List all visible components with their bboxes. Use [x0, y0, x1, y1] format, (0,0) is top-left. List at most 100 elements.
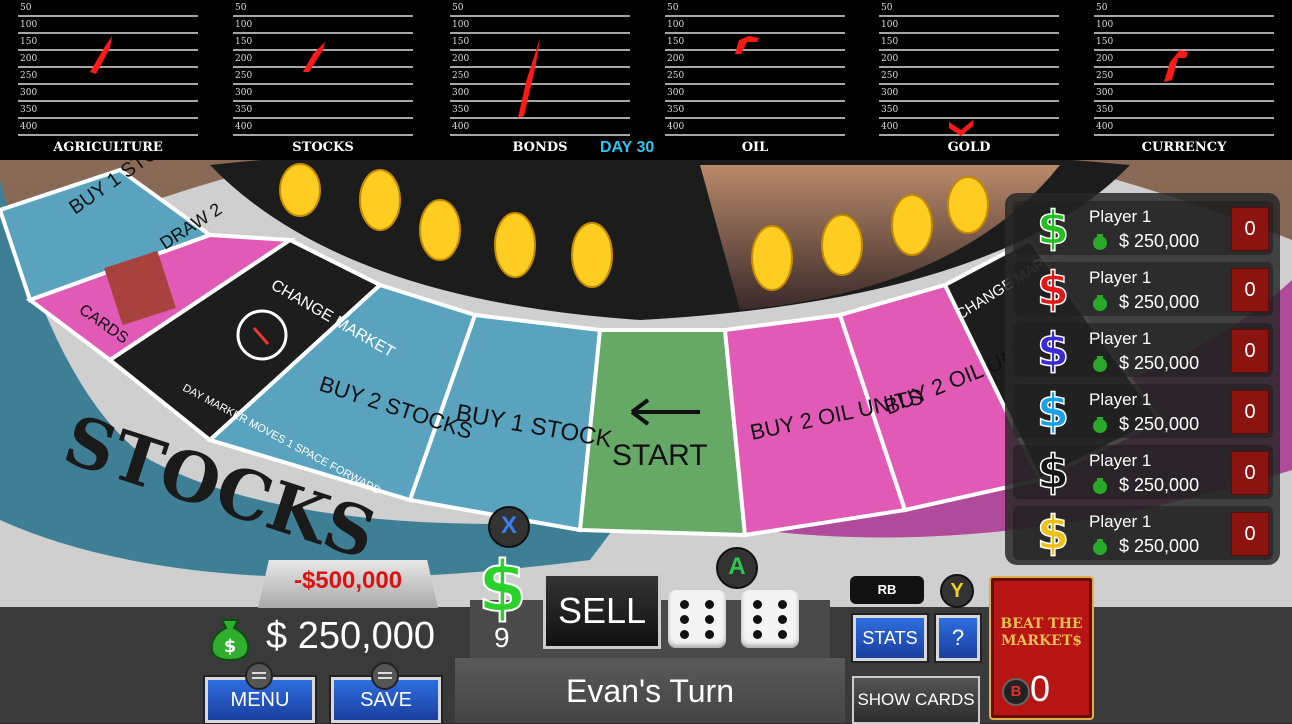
tick-label: 200 [881, 54, 899, 64]
a-button-icon: A [716, 547, 758, 589]
sell-button[interactable]: SELL [543, 573, 661, 649]
market-bonds: 50 100 150 200 250 300 350 400 BONDS [450, 0, 650, 160]
market-name: GOLD [947, 140, 991, 155]
player-name: Player 1 [1089, 268, 1152, 287]
players-panel: $ Player 1 $ 250,000 0 $ Player 1 $ 250,… [1005, 193, 1280, 565]
market-name: STOCKS [292, 140, 354, 155]
player-row: $ Player 1 $ 250,000 0 [1013, 323, 1273, 377]
money-bag-icon [1093, 417, 1107, 433]
player-row: $ Player 1 $ 250,000 0 [1013, 262, 1273, 316]
player-score: 0 [1231, 451, 1269, 495]
gold-chart [879, 15, 1059, 136]
player-money: $ 250,000 [1119, 292, 1200, 312]
player-money: $ 250,000 [1119, 536, 1200, 556]
turn-indicator: Evan's Turn [566, 673, 734, 709]
oil-chart [665, 15, 845, 136]
tick-label: 100 [667, 20, 685, 30]
tick-label: 150 [1096, 37, 1114, 47]
tick-label: 400 [20, 122, 38, 132]
trend-mark [735, 36, 759, 54]
player-token-icon: $ [1036, 445, 1070, 499]
tick-label: 100 [452, 20, 470, 30]
player-score: 0 [1231, 268, 1269, 312]
dollar-token-count: 9 [494, 622, 510, 653]
market-name: AGRICULTURE [53, 140, 163, 155]
player-score: 0 [1231, 512, 1269, 556]
market-stocks: 50 100 150 200 250 300 350 400 STOCKS [233, 0, 433, 160]
tick-label: 50 [1096, 3, 1108, 13]
player-money: $ 250,000 [1119, 353, 1200, 373]
tick-label: 100 [1096, 20, 1114, 30]
tick-label: 150 [881, 37, 899, 47]
tick-label: 250 [667, 71, 685, 81]
market-name: CURRENCY [1141, 140, 1227, 155]
currency-chart [1094, 15, 1274, 136]
player-name: Player 1 [1089, 207, 1152, 226]
player-token-icon: $ [1036, 262, 1070, 316]
player-token-icon: $ [1036, 384, 1070, 438]
player-name: Player 1 [1089, 329, 1152, 348]
tick-label: 300 [667, 88, 685, 98]
player-score: 0 [1231, 207, 1269, 251]
bonds-chart [450, 15, 630, 136]
view-controller-icon [371, 662, 399, 690]
tick-label: 350 [235, 105, 253, 115]
tick-label: 300 [452, 88, 470, 98]
tick-label: 250 [881, 71, 899, 81]
stats-button[interactable]: STATS [851, 613, 929, 663]
player-name: Player 1 [1089, 390, 1152, 409]
money-bag-icon: $ [210, 619, 250, 662]
space-label: START [612, 439, 708, 472]
player-row: $ Player 1 $ 250,000 0 [1013, 506, 1273, 560]
tick-label: 50 [667, 3, 679, 13]
tick-label: 250 [20, 71, 38, 81]
dice-left[interactable] [668, 590, 726, 648]
stocks-chart [233, 15, 413, 136]
tick-label: 50 [881, 3, 893, 13]
tick-label: 400 [1096, 122, 1114, 132]
tick-label: 100 [235, 20, 253, 30]
tick-label: 100 [20, 20, 38, 30]
tick-label: 300 [235, 88, 253, 98]
b-button-icon: B [1002, 678, 1030, 706]
tick-label: 350 [1096, 105, 1114, 115]
player-money: $ 250,000 [1119, 231, 1200, 251]
tick-label: 150 [20, 37, 38, 47]
market-gold: 50 100 150 200 250 300 350 400 GOLD [879, 0, 1079, 160]
money-bag-icon [1093, 295, 1107, 311]
tick-label: 150 [452, 37, 470, 47]
player-token-icon: $ [1036, 201, 1070, 255]
player-row: $ Player 1 $ 250,000 0 [1013, 384, 1273, 438]
tick-label: 200 [667, 54, 685, 64]
player-token-icon: $ [1036, 323, 1070, 377]
tick-label: 50 [20, 3, 32, 13]
player-row: $ Player 1 $ 250,000 0 [1013, 445, 1273, 499]
trend-mark [90, 36, 112, 74]
card-title: BEAT THE MARKET$ [1000, 616, 1083, 649]
dollar-token-button[interactable]: $ [477, 546, 528, 628]
tick-label: 400 [452, 122, 470, 132]
tick-label: 250 [235, 71, 253, 81]
tick-label: 150 [667, 37, 685, 47]
player-name: Player 1 [1089, 451, 1152, 470]
tick-label: 50 [235, 3, 247, 13]
x-button-icon: X [488, 506, 530, 548]
y-button-icon: Y [940, 574, 974, 608]
day-counter: DAY 30 [600, 139, 655, 156]
space-cost: -$500,000 [293, 567, 403, 594]
agriculture-chart [18, 15, 198, 136]
market-oil: 50 100 150 200 250 300 350 400 OIL [665, 0, 865, 160]
svg-text:$: $ [224, 636, 237, 657]
player-money: $ 250,000 [1119, 475, 1200, 495]
help-button[interactable]: ? [934, 613, 982, 663]
player-name: Player 1 [1089, 512, 1152, 531]
rb-button-icon: RB [850, 576, 924, 604]
dice-right[interactable] [741, 590, 799, 648]
tick-label: 250 [1096, 71, 1114, 81]
tick-label: 400 [235, 122, 253, 132]
show-cards-button[interactable]: SHOW CARDS [852, 676, 980, 724]
tick-label: 300 [20, 88, 38, 98]
tick-label: 250 [452, 71, 470, 81]
tick-label: 350 [667, 105, 685, 115]
market-currency: 50 100 150 200 250 300 350 400 CURRENCY [1094, 0, 1292, 160]
